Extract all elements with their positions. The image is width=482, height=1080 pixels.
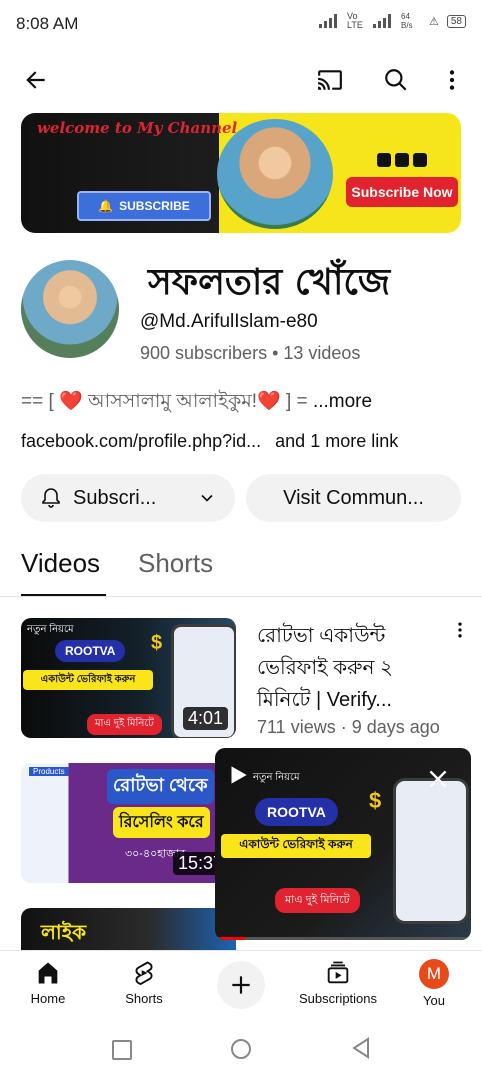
- status-bar: 8:08 AM Vo LTE 64 B/s ⚠ 58: [0, 0, 482, 48]
- channel-links[interactable]: facebook.com/profile.php?id... and 1 more…: [21, 431, 398, 452]
- arrow-left-icon: [26, 71, 45, 89]
- nav-home[interactable]: Home: [3, 959, 93, 1006]
- video-thumbnail[interactable]: Products রোটভা থেকে রিসেলিং করে ৩০-৪০হাজ…: [21, 763, 236, 883]
- tab-divider: [0, 596, 482, 597]
- video-meta: 711 views · 9 days ago: [257, 717, 440, 737]
- channel-counts: 900 subscribers • 13 videos: [140, 343, 361, 363]
- search-icon: [385, 69, 407, 91]
- recents-icon[interactable]: [112, 1040, 132, 1060]
- mini-progress: [215, 937, 471, 940]
- chevron-down-icon: [201, 494, 213, 502]
- facebook-icon: [395, 153, 409, 167]
- bell-icon: [42, 488, 60, 508]
- play-icon: [231, 766, 247, 784]
- nav-subscriptions-label: Subscriptions: [298, 991, 378, 1006]
- cast-button[interactable]: [310, 60, 350, 100]
- create-button[interactable]: [217, 961, 265, 1009]
- dollar-icon: $: [369, 788, 382, 813]
- plus-icon: [232, 976, 250, 994]
- thumb-bar: একাউন্ট ভেরিফাই করুন: [23, 670, 153, 690]
- nav-shorts-label: Shorts: [125, 991, 163, 1006]
- video-menu-button[interactable]: [450, 620, 470, 644]
- subscribe-label: Subscri...: [73, 486, 157, 509]
- avatar: M: [419, 959, 449, 989]
- instagram-icon: [413, 153, 427, 167]
- nav-you-label: You: [423, 993, 445, 1008]
- channel-name: সফলতার খোঁজে: [148, 262, 391, 303]
- more-links[interactable]: and 1 more link: [275, 431, 398, 451]
- channel-handle: @Md.Ariful​Islam-e80: [140, 311, 318, 332]
- thumb-overline: লাইক: [41, 922, 87, 944]
- channel-link[interactable]: facebook.com/profile.php?id...: [21, 431, 261, 451]
- system-nav-bar: [0, 1014, 482, 1080]
- banner-social-icons: [377, 153, 427, 167]
- description-more[interactable]: ...more: [313, 391, 372, 412]
- mini-phone: [393, 778, 469, 924]
- speed-label: 64 B/s: [401, 12, 413, 30]
- home-icon: [38, 962, 58, 984]
- cast-icon: [318, 70, 342, 90]
- video-duration: 4:01: [182, 707, 228, 730]
- thumb-bottom: মাএ দুই মিনিটে: [87, 714, 162, 735]
- thumb-badge: ROOTVA: [55, 640, 126, 662]
- bell-icon: 🔔: [98, 199, 114, 213]
- banner-photo: [217, 119, 333, 229]
- mini-close-button[interactable]: [425, 766, 451, 797]
- nav-shorts[interactable]: Shorts: [99, 959, 189, 1006]
- subscriptions-icon: [327, 961, 349, 984]
- signal-icon: [319, 14, 339, 28]
- banner-subscribe-now: Subscribe Now: [346, 177, 458, 207]
- description-text: == [ ❤️ আসসালামু আলাইকুম!❤️ ] =: [21, 391, 313, 412]
- thumb-line1: রোটভা থেকে: [107, 769, 214, 804]
- top-app-bar: [0, 52, 482, 108]
- more-vert-icon: [449, 70, 455, 90]
- visit-community-button[interactable]: Visit Commun...: [246, 474, 461, 522]
- home-system-icon[interactable]: [231, 1039, 251, 1059]
- video-thumbnail[interactable]: নতুন নিয়মে ROOTVA একাউন্ট ভেরিফাই করুন …: [21, 618, 236, 738]
- tab-videos[interactable]: Videos: [21, 548, 100, 579]
- banner-subscribe-label: SUBSCRIBE: [119, 199, 190, 213]
- dollar-icon: $: [151, 632, 163, 654]
- network-label: Vo LTE: [347, 11, 363, 30]
- tab-shorts[interactable]: Shorts: [138, 548, 213, 579]
- shorts-icon: [135, 961, 153, 986]
- mini-bottom: মাএ দুই মিনিটে: [275, 888, 360, 913]
- close-icon: [429, 770, 447, 788]
- battery-icon: 58: [446, 14, 466, 28]
- banner-title: welcome to My Channel: [37, 119, 238, 137]
- channel-description[interactable]: == [ ❤️ আসসালামু আলাইকুম!❤️ ] = ...more: [21, 387, 372, 419]
- nav-home-label: Home: [30, 991, 66, 1006]
- channel-avatar[interactable]: [21, 260, 119, 358]
- more-options-button[interactable]: [432, 60, 472, 100]
- nav-subscriptions[interactable]: Subscriptions: [293, 959, 383, 1006]
- warning-icon: ⚠: [429, 15, 439, 28]
- channel-banner: welcome to My Channel 🔔 SUBSCRIBE Subscr…: [21, 113, 461, 233]
- thumb-line2: রিসেলিং করে: [113, 807, 210, 838]
- video-title[interactable]: রোটভা একাউন্ট ভেরিফাই করুন ২ মিনিটে | Ve…: [257, 620, 437, 716]
- mini-bar: একাউন্ট ভেরিফাই করুন: [221, 834, 371, 858]
- status-icons: Vo LTE 64 B/s ⚠ 58: [319, 12, 466, 30]
- mini-play-button[interactable]: [225, 762, 251, 793]
- banner-subscribe-graphic: 🔔 SUBSCRIBE: [77, 191, 211, 221]
- back-button[interactable]: [16, 60, 56, 100]
- back-system-icon[interactable]: [350, 1036, 372, 1060]
- bottom-nav: Home Shorts Subscriptions M You: [0, 950, 482, 1015]
- youtube-icon: [377, 153, 391, 167]
- mini-overline: নতুন নিয়মে: [253, 772, 300, 783]
- subscribe-button[interactable]: Subscri...: [21, 474, 235, 522]
- thumb-overline: নতুন নিয়মে: [27, 624, 74, 635]
- nav-you[interactable]: M You: [389, 959, 479, 1008]
- search-button[interactable]: [376, 60, 416, 100]
- status-time: 8:08 AM: [16, 14, 79, 33]
- thumb-overline: Products: [29, 767, 69, 776]
- mini-player[interactable]: নতুন নিয়মে ROOTVA $ একাউন্ট ভেরিফাই করু…: [215, 748, 471, 940]
- video-thumbnail[interactable]: লাইক: [21, 908, 236, 950]
- mini-badge: ROOTVA: [255, 798, 338, 826]
- signal-icon-2: [373, 14, 393, 28]
- more-vert-icon: [458, 622, 462, 638]
